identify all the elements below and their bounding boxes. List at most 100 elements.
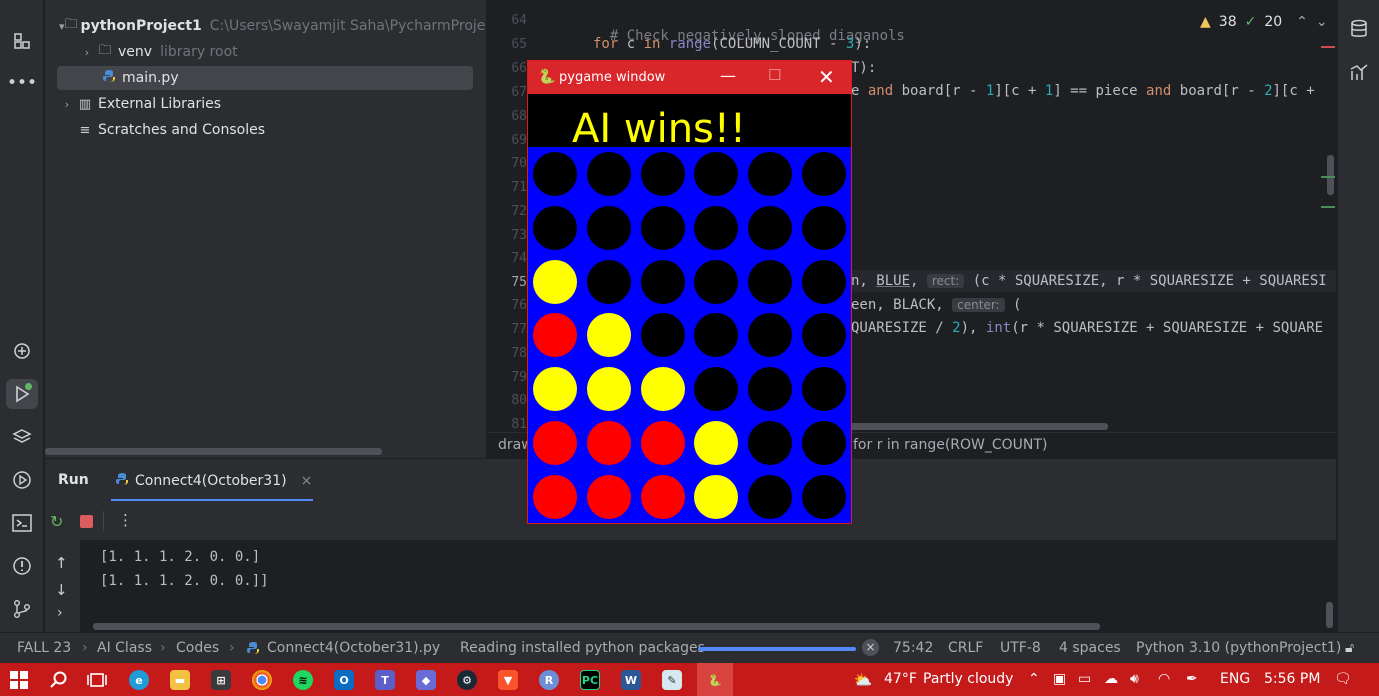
empty-slot[interactable] <box>802 474 846 519</box>
empty-slot[interactable] <box>802 205 846 250</box>
empty-slot[interactable] <box>802 367 846 412</box>
empty-slot[interactable] <box>748 205 793 250</box>
code-line-67[interactable]: e and board[r - 1][c + 1] == piece and b… <box>851 83 1336 99</box>
word-icon[interactable]: W <box>618 667 644 693</box>
weather-icon[interactable]: ⛅ <box>848 667 878 693</box>
tree-item-venv[interactable]: › 🗀 venv library root <box>45 40 486 64</box>
run-tool-icon[interactable] <box>6 379 38 409</box>
teams-icon[interactable]: T <box>372 667 398 693</box>
stop-icon[interactable] <box>80 515 93 528</box>
empty-slot[interactable] <box>533 205 577 250</box>
close-tab-icon[interactable]: × <box>301 473 313 489</box>
r-app-icon[interactable]: R <box>536 667 562 693</box>
app-icon[interactable]: ◆ <box>413 667 439 693</box>
more-tools-icon[interactable]: ••• <box>6 68 38 98</box>
status-crumb[interactable]: FALL 23 <box>17 640 71 656</box>
line-separator[interactable]: CRLF <box>948 640 983 656</box>
chevron-right-icon[interactable]: › <box>79 46 95 59</box>
empty-slot[interactable] <box>640 205 685 250</box>
sciview-icon[interactable] <box>1343 58 1375 88</box>
pygame-canvas[interactable]: AI wins!! <box>528 94 851 523</box>
empty-slot[interactable] <box>640 259 685 304</box>
git-icon[interactable] <box>6 594 38 624</box>
weather-temperature[interactable]: 47°F <box>884 671 917 687</box>
red-piece[interactable] <box>533 474 577 519</box>
scroll-up-icon[interactable]: ↑ <box>55 554 68 572</box>
language-indicator[interactable]: ENG <box>1220 671 1250 687</box>
store-icon[interactable]: ⊞ <box>208 667 234 693</box>
empty-slot[interactable] <box>640 313 685 358</box>
problems-icon[interactable] <box>6 551 38 581</box>
python-interpreter[interactable]: Python 3.10 (pythonProject1) <box>1136 640 1341 656</box>
editor-horizontal-scrollbar[interactable] <box>840 423 1108 430</box>
red-piece[interactable] <box>533 313 577 358</box>
run-config-tab[interactable]: Connect4(October31) × <box>115 472 312 490</box>
services-icon[interactable] <box>6 465 38 495</box>
layers-icon[interactable] <box>6 422 38 452</box>
empty-slot[interactable] <box>748 474 793 519</box>
spotify-icon[interactable]: ≋ <box>290 667 316 693</box>
code-line-76[interactable]: een, BLACK, center: ( <box>851 297 1021 313</box>
connect4-board[interactable] <box>528 147 851 523</box>
inspections-widget[interactable]: ▲ 38 ✓ 20 ⌃ ⌄ <box>1200 10 1328 34</box>
structure-icon[interactable] <box>6 26 38 56</box>
caret-position[interactable]: 75:42 <box>893 640 933 656</box>
expand-icon[interactable]: › <box>57 605 63 621</box>
red-piece[interactable] <box>533 421 577 465</box>
weather-description[interactable]: Partly cloudy <box>923 671 1013 687</box>
volume-icon[interactable]: 🔊︎ <box>1130 671 1139 687</box>
file-encoding[interactable]: UTF-8 <box>1000 640 1041 656</box>
status-crumb[interactable]: AI Class <box>97 640 152 656</box>
yellow-piece[interactable] <box>694 421 739 465</box>
yellow-piece[interactable] <box>533 367 577 412</box>
edge-browser-icon[interactable]: e <box>126 667 152 693</box>
close-icon[interactable]: ✕ <box>818 65 835 89</box>
wifi-icon[interactable]: ◠ <box>1158 671 1170 687</box>
empty-slot[interactable] <box>586 259 631 304</box>
tree-item-main-py[interactable]: main.py <box>57 66 473 90</box>
tree-item-scratches[interactable]: ≡ Scratches and Consoles <box>45 118 486 142</box>
empty-slot[interactable] <box>586 205 631 250</box>
yellow-piece[interactable] <box>640 367 685 412</box>
project-horizontal-scrollbar[interactable] <box>45 448 382 455</box>
terminal-icon[interactable] <box>6 508 38 538</box>
code-line-66[interactable]: T): <box>851 60 876 76</box>
outlook-icon[interactable]: O <box>331 667 357 693</box>
tree-item-external-libraries[interactable]: › ▥ External Libraries <box>45 92 486 116</box>
chevron-up-icon[interactable]: ⌃ <box>1028 671 1040 687</box>
chevron-down-icon[interactable]: ⌄ <box>1316 14 1328 30</box>
cancel-task-icon[interactable]: × <box>862 639 879 656</box>
indent-setting[interactable]: 4 spaces <box>1059 640 1121 656</box>
empty-slot[interactable] <box>802 259 846 304</box>
status-crumb-file[interactable]: Connect4(October31).py <box>267 640 440 656</box>
red-piece[interactable] <box>586 474 631 519</box>
empty-slot[interactable] <box>802 152 846 196</box>
empty-slot[interactable] <box>748 259 793 304</box>
chevron-up-icon[interactable]: ⌃ <box>1296 14 1308 30</box>
more-options-icon[interactable]: ⋮ <box>118 511 133 529</box>
chrome-icon[interactable] <box>249 667 275 693</box>
task-view-icon[interactable] <box>84 667 110 693</box>
windows-start-icon[interactable] <box>6 667 32 693</box>
file-explorer-icon[interactable]: ▬ <box>167 667 193 693</box>
battery-icon[interactable]: ▭ <box>1078 671 1091 687</box>
error-stripe-marker[interactable] <box>1321 46 1335 48</box>
empty-slot[interactable] <box>533 152 577 196</box>
pycharm-icon[interactable]: PC <box>577 667 603 693</box>
empty-slot[interactable] <box>802 313 846 358</box>
empty-slot[interactable] <box>748 152 793 196</box>
tree-root[interactable]: ▾ 🗀 pythonProject1 C:\Users\Swayamjit Sa… <box>45 14 486 38</box>
notifications-icon[interactable]: 🗨︎ <box>1334 671 1352 687</box>
code-line-75[interactable]: n, BLUE, rect: (c * SQUARESIZE, r * SQUA… <box>851 273 1336 289</box>
red-piece[interactable] <box>640 421 685 465</box>
empty-slot[interactable] <box>748 313 793 358</box>
pygame-titlebar[interactable]: 🐍 pygame window — ☐ ✕ <box>528 61 851 94</box>
yellow-piece[interactable] <box>586 367 631 412</box>
empty-slot[interactable] <box>694 313 739 358</box>
cloud-sync-icon[interactable]: ☁ <box>1104 671 1118 687</box>
empty-slot[interactable] <box>586 152 631 196</box>
scroll-down-icon[interactable]: ↓ <box>55 581 68 599</box>
empty-slot[interactable] <box>694 205 739 250</box>
console-output[interactable]: [1. 1. 1. 2. 0. 0.] [1. 1. 1. 2. 0. 0.]] <box>80 540 1336 632</box>
breadcrumb-loop[interactable]: for r in range(ROW_COUNT) <box>853 437 1047 453</box>
